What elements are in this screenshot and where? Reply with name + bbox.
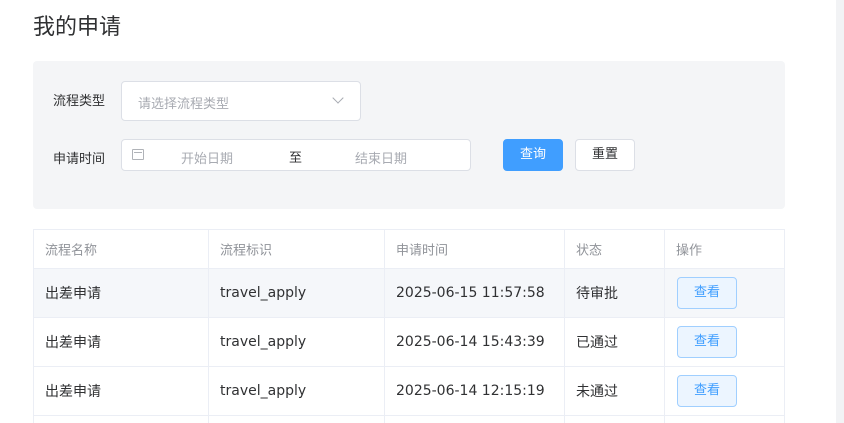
- query-button[interactable]: 查询: [503, 139, 563, 171]
- start-date-input[interactable]: 开始日期: [181, 148, 233, 167]
- table-row: 出差申请 travel_apply 2025-06-14 12:15:19 未通…: [34, 367, 784, 416]
- table-row: 出差申请 travel_apply 2025-06-15 11:57:58 待审…: [34, 269, 784, 318]
- date-range-separator: 至: [289, 151, 303, 166]
- cell-process-name: 出差申请: [34, 269, 209, 317]
- chevron-down-icon: [332, 92, 344, 104]
- right-edge-strip: [836, 0, 844, 423]
- process-type-select[interactable]: 请选择流程类型: [121, 81, 361, 121]
- date-range-picker[interactable]: 开始日期 至 结束日期: [121, 139, 471, 171]
- header-cell-key: 流程标识: [209, 230, 385, 268]
- header-cell-status: 状态: [565, 230, 665, 268]
- header-cell-action: 操作: [676, 243, 703, 259]
- end-date-input[interactable]: 结束日期: [355, 148, 407, 167]
- cell-apply-time: 2025-06-15 11:57:58: [385, 269, 565, 317]
- process-type-label: 流程类型: [53, 94, 106, 109]
- cell-apply-time: 2025-06-14 12:15:19: [385, 367, 565, 415]
- cell-process-name: 出差申请: [34, 318, 209, 366]
- process-type-placeholder: 请选择流程类型: [138, 97, 230, 112]
- cell-status: 待审批: [565, 269, 665, 317]
- cell-process-key: travel_apply: [209, 367, 385, 415]
- cell-process-key: travel_apply: [209, 318, 385, 366]
- cell-process-key: travel_apply: [209, 269, 385, 317]
- cell-action: 查看: [665, 269, 784, 317]
- cell-empty: [565, 416, 665, 423]
- reset-button[interactable]: 重置: [575, 139, 635, 171]
- cell-process-name: 出差申请: [34, 367, 209, 415]
- applications-table: 流程名称 流程标识 申请时间 状态 操作 出差申请 travel_apply 2…: [33, 229, 785, 423]
- date-range-label: 申请时间: [53, 152, 106, 167]
- cell-apply-time: 2025-06-14 15:43:39: [385, 318, 565, 366]
- cell-status: 已通过: [565, 318, 665, 366]
- table-row: 出差申请 travel_apply 2025-06-14 15:43:39 已通…: [34, 318, 784, 367]
- calendar-icon: [132, 149, 144, 160]
- view-button[interactable]: 查看: [677, 326, 737, 358]
- cell-empty: [665, 416, 784, 423]
- cell-empty: [34, 416, 209, 423]
- page-title: 我的申请: [33, 15, 122, 40]
- table-row-partial: [34, 416, 784, 423]
- header-cell-name: 流程名称: [34, 230, 209, 268]
- table-header-row: 流程名称 流程标识 申请时间 状态 操作: [34, 230, 784, 269]
- view-button[interactable]: 查看: [677, 277, 737, 309]
- cell-status: 未通过: [565, 367, 665, 415]
- search-panel: 流程类型 请选择流程类型 申请时间 开始日期 至 结束日期 查询 重置: [33, 61, 785, 209]
- view-button[interactable]: 查看: [677, 375, 737, 407]
- header-cell-time: 申请时间: [385, 230, 565, 268]
- cell-action: 查看: [665, 367, 784, 415]
- cell-action: 查看: [665, 318, 784, 366]
- cell-empty: [385, 416, 565, 423]
- cell-empty: [209, 416, 385, 423]
